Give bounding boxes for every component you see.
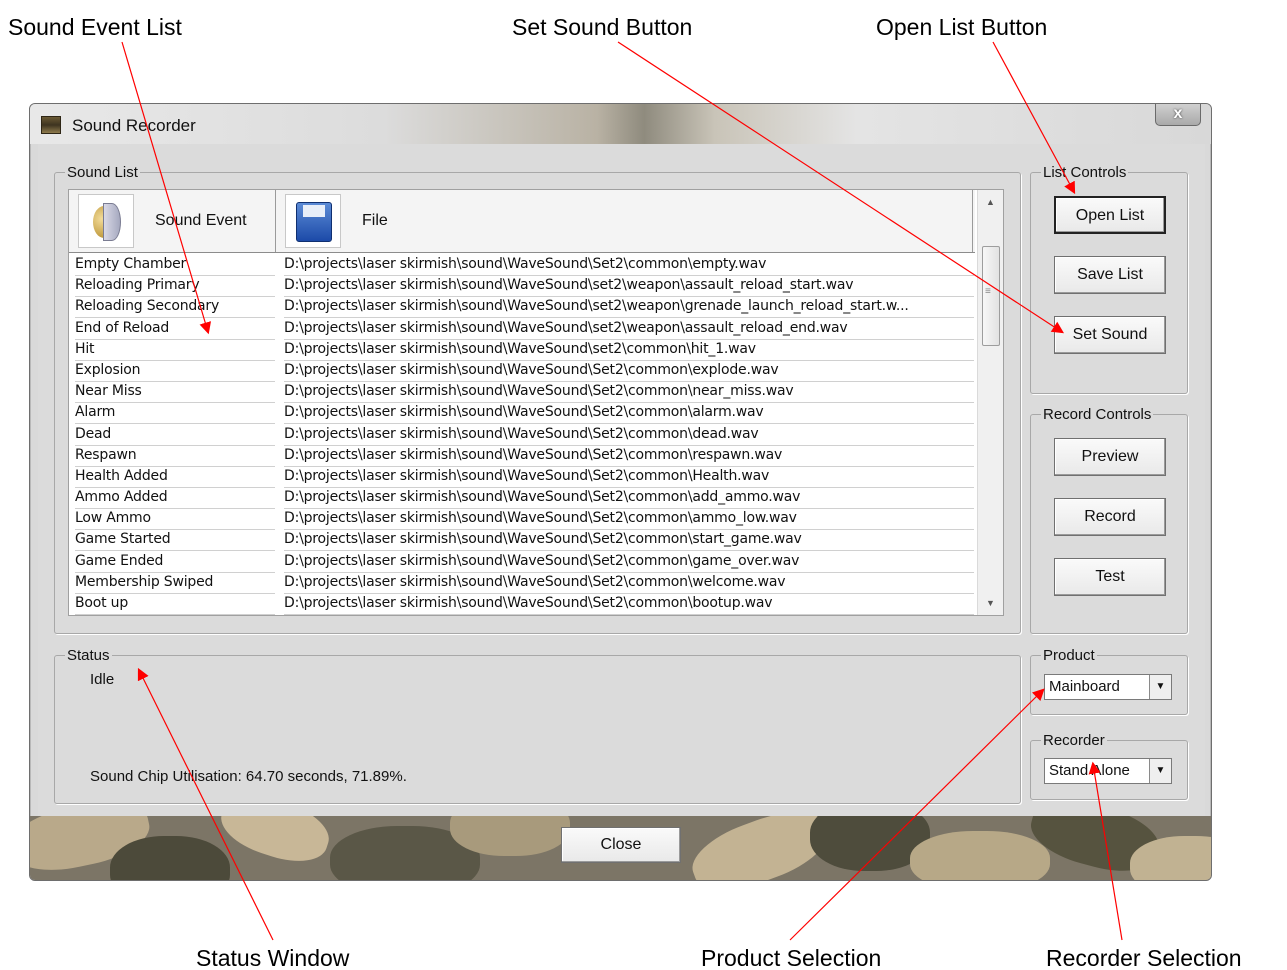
list-item[interactable]: Reloading Secondary D:\projects\laser ski…: [69, 297, 975, 319]
list-item[interactable]: Empty Chamber D:\projects\laser skirmish\…: [69, 255, 975, 276]
close-button[interactable]: Close: [561, 827, 681, 863]
sound-event-name: Dead: [75, 426, 275, 446]
test-button[interactable]: Test: [1054, 558, 1166, 596]
list-body: Empty Chamber D:\projects\laser skirmish\…: [69, 255, 975, 615]
sound-event-name: Reloading Secondary: [75, 298, 275, 319]
column-header-label: File: [362, 212, 388, 229]
sound-file-path: D:\projects\laser skirmish\sound\WaveSou…: [284, 574, 974, 594]
sound-file-path: D:\projects\laser skirmish\sound\WaveSou…: [284, 256, 974, 276]
status-state: Idle: [90, 671, 115, 688]
client-area: Sound List Sound Event File Empty Chambe…: [38, 144, 1205, 834]
product-selected-value: Mainboard: [1049, 678, 1120, 695]
sound-event-name: Hit: [75, 341, 275, 361]
list-item[interactable]: Explosion D:\projects\laser skirmish\soun…: [69, 361, 975, 382]
sound-file-path: D:\projects\laser skirmish\sound\WaveSou…: [284, 277, 974, 298]
camouflage-footer: Close: [30, 816, 1211, 880]
list-item[interactable]: Membership Swiped D:\projects\laser skirm…: [69, 573, 975, 594]
callout-sound-event-list: Sound Event List: [8, 14, 182, 40]
floppy-disk-icon: [285, 194, 341, 248]
window-title: Sound Recorder: [72, 116, 196, 135]
list-item[interactable]: Respawn D:\projects\laser skirmish\sound\…: [69, 446, 975, 467]
sound-file-path: D:\projects\laser skirmish\sound\WaveSou…: [284, 447, 974, 467]
sound-event-name: Near Miss: [75, 383, 275, 404]
column-header-label: Sound Event: [155, 212, 247, 229]
sound-event-name: Boot up: [75, 595, 275, 615]
list-item[interactable]: Health Added D:\projects\laser skirmish\s…: [69, 467, 975, 488]
recorder-legend: Recorder: [1043, 732, 1105, 749]
callout-open-list-button: Open List Button: [876, 14, 1048, 40]
list-item[interactable]: Ammo Added D:\projects\laser skirmish\sou…: [69, 488, 975, 510]
sound-event-name: Respawn: [75, 447, 275, 467]
close-window-button[interactable]: x: [1155, 104, 1201, 126]
list-item[interactable]: Boot up D:\projects\laser skirmish\sound\…: [69, 594, 975, 615]
list-item[interactable]: Alarm D:\projects\laser skirmish\sound\Wa…: [69, 403, 975, 425]
sound-file-path: D:\projects\laser skirmish\sound\WaveSou…: [284, 383, 974, 404]
status-legend: Status: [67, 647, 110, 664]
sound-file-path: D:\projects\laser skirmish\sound\WaveSou…: [284, 595, 974, 615]
sound-event-name: Alarm: [75, 404, 275, 425]
save-list-button[interactable]: Save List: [1054, 256, 1166, 294]
sound-file-path: D:\projects\laser skirmish\sound\WaveSou…: [284, 341, 974, 361]
open-list-button[interactable]: Open List: [1054, 196, 1166, 234]
chevron-down-icon[interactable]: ▼: [1149, 759, 1171, 783]
list-item[interactable]: Game Started D:\projects\laser skirmish\s…: [69, 530, 975, 552]
callout-set-sound-button: Set Sound Button: [512, 14, 693, 40]
product-select[interactable]: Mainboard ▼: [1044, 674, 1172, 700]
list-item[interactable]: Dead D:\projects\laser skirmish\sound\Wav…: [69, 425, 975, 446]
list-header: Sound Event File: [69, 190, 975, 253]
callout-recorder-selection: Recorder Selection: [1046, 945, 1242, 970]
sound-event-name: Empty Chamber: [75, 256, 275, 276]
sound-file-path: D:\projects\laser skirmish\sound\WaveSou…: [284, 468, 974, 488]
sound-file-path: D:\projects\laser skirmish\sound\WaveSou…: [284, 531, 974, 552]
sound-event-name: Game Started: [75, 531, 275, 552]
preview-button[interactable]: Preview: [1054, 438, 1166, 476]
column-header-sound-event[interactable]: Sound Event: [69, 190, 276, 252]
sound-list-legend: Sound List: [67, 164, 138, 181]
sound-event-name: Reloading Primary: [75, 277, 275, 298]
app-icon: [41, 116, 61, 134]
list-item[interactable]: Game Ended D:\projects\laser skirmish\sou…: [69, 552, 975, 573]
sound-file-path: D:\projects\laser skirmish\sound\WaveSou…: [284, 320, 974, 340]
list-item[interactable]: End of Reload D:\projects\laser skirmish\…: [69, 319, 975, 340]
sound-chip-utilisation: Sound Chip Utilisation: 64.70 seconds, 7…: [90, 768, 407, 785]
record-controls-legend: Record Controls: [1043, 406, 1152, 423]
sound-event-name: End of Reload: [75, 320, 275, 340]
grip-icon: ≡: [985, 286, 991, 297]
sound-file-path: D:\projects\laser skirmish\sound\WaveSou…: [284, 510, 974, 531]
sound-file-path: D:\projects\laser skirmish\sound\WaveSou…: [284, 362, 974, 382]
list-item[interactable]: Low Ammo D:\projects\laser skirmish\sound…: [69, 509, 975, 531]
callout-product-selection: Product Selection: [701, 945, 882, 970]
chevron-down-icon[interactable]: ▼: [1149, 675, 1171, 699]
sound-file-path: D:\projects\laser skirmish\sound\WaveSou…: [284, 404, 974, 425]
sound-file-path: D:\projects\laser skirmish\sound\WaveSou…: [284, 298, 974, 319]
sound-event-name: Game Ended: [75, 553, 275, 573]
sound-event-name: Membership Swiped: [75, 574, 275, 594]
set-sound-button[interactable]: Set Sound: [1054, 316, 1166, 354]
sound-event-name: Ammo Added: [75, 489, 275, 510]
list-item[interactable]: Near Miss D:\projects\laser skirmish\soun…: [69, 382, 975, 404]
record-button[interactable]: Record: [1054, 498, 1166, 536]
sound-recorder-window: Sound Recorder x Sound List Sound Event: [29, 103, 1212, 881]
sound-event-name: Low Ammo: [75, 510, 275, 531]
recorder-select[interactable]: Stand Alone ▼: [1044, 758, 1172, 784]
scroll-up-arrow-icon[interactable]: ▲: [978, 192, 1003, 212]
recorder-selected-value: Stand Alone: [1049, 762, 1130, 779]
callout-status-window: Status Window: [196, 945, 350, 970]
sound-file-path: D:\projects\laser skirmish\sound\WaveSou…: [284, 426, 974, 446]
sound-file-path: D:\projects\laser skirmish\sound\WaveSou…: [284, 553, 974, 573]
product-legend: Product: [1043, 647, 1095, 664]
sound-event-name: Health Added: [75, 468, 275, 488]
sound-event-name: Explosion: [75, 362, 275, 382]
vertical-scrollbar[interactable]: ▲ ≡ ▼: [977, 190, 1003, 615]
title-bar[interactable]: Sound Recorder x: [30, 104, 1211, 144]
list-item[interactable]: Reloading Primary D:\projects\laser skirm…: [69, 276, 975, 298]
column-header-file[interactable]: File: [276, 190, 973, 252]
sound-event-list[interactable]: Sound Event File Empty Chamber D:\project…: [68, 189, 1004, 616]
scroll-down-arrow-icon[interactable]: ▼: [978, 593, 1003, 613]
list-item[interactable]: Hit D:\projects\laser skirmish\sound\Wave…: [69, 340, 975, 361]
speaker-icon: [78, 194, 134, 248]
sound-file-path: D:\projects\laser skirmish\sound\WaveSou…: [284, 489, 974, 510]
list-controls-legend: List Controls: [1043, 164, 1127, 181]
